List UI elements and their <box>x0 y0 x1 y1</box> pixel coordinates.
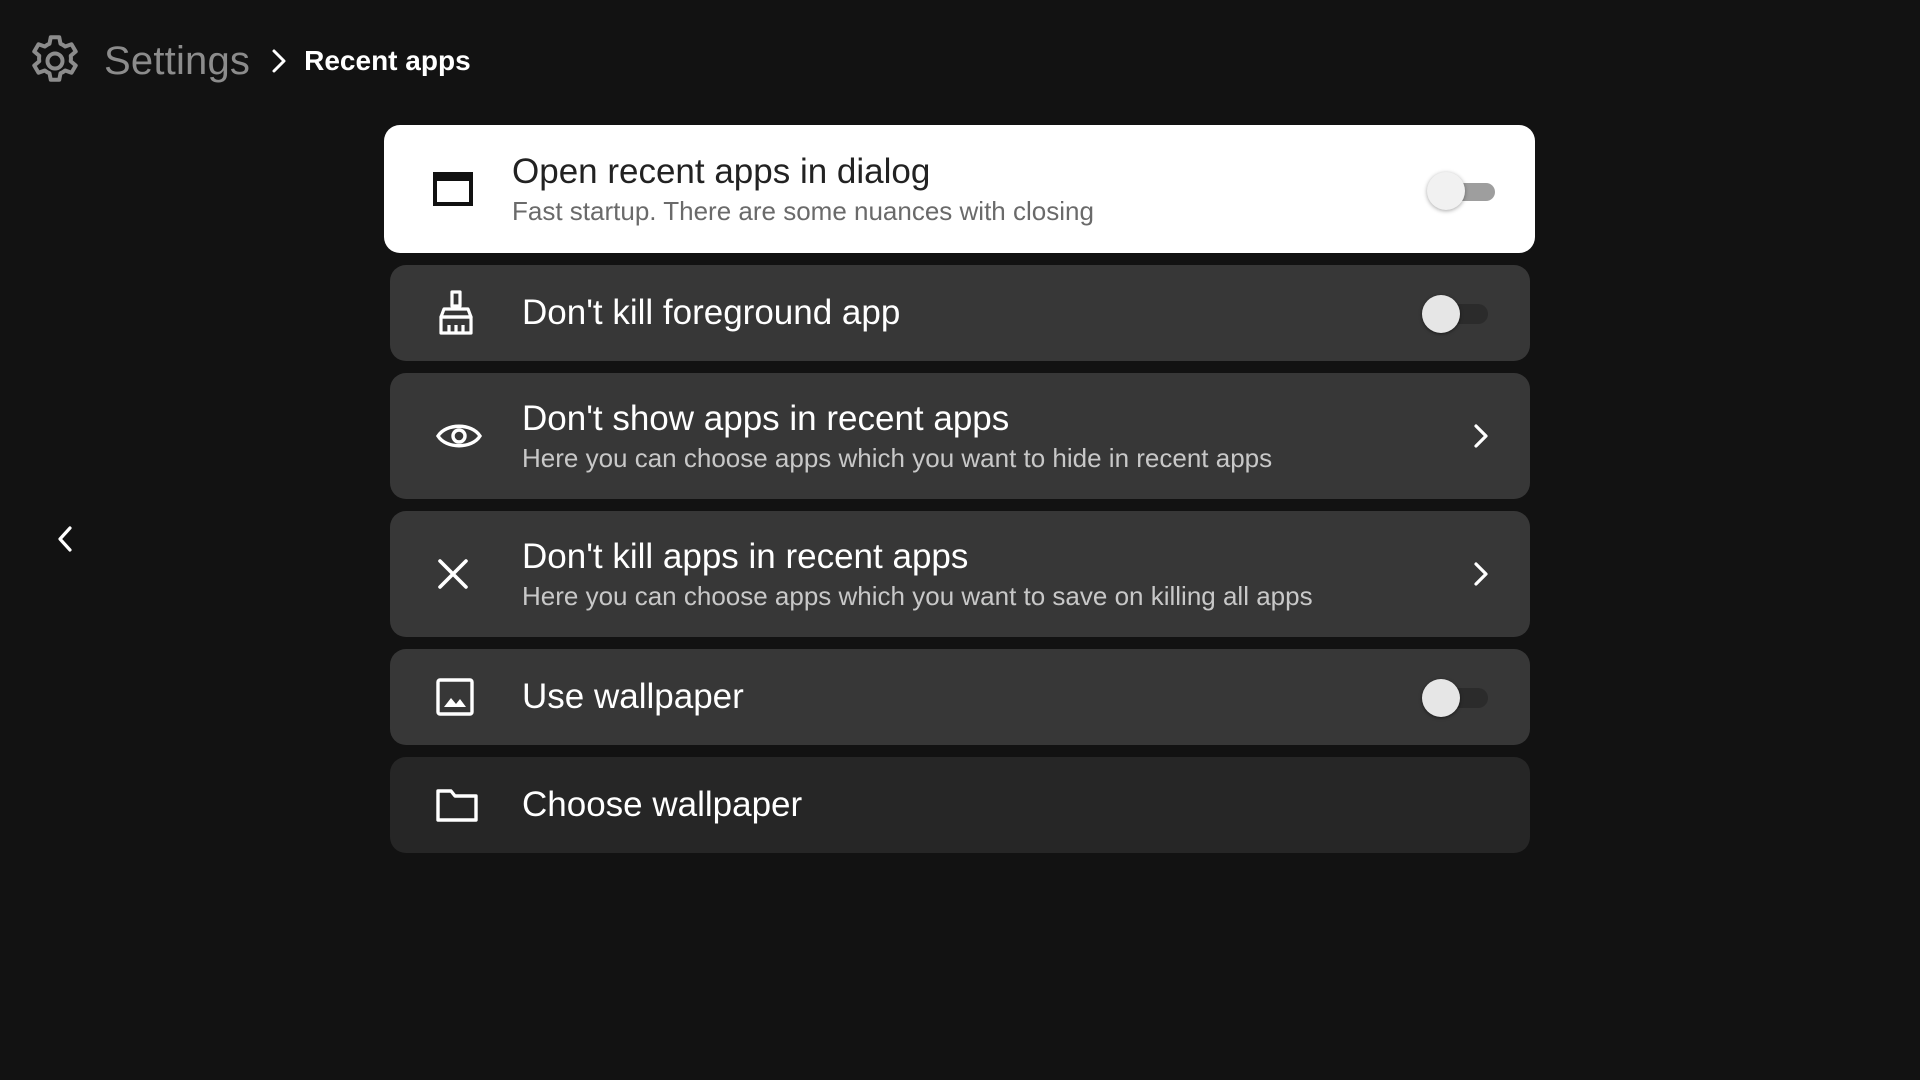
setting-subtitle: Here you can choose apps which you want … <box>522 443 1273 473</box>
window-icon <box>433 167 473 211</box>
chevron-right-icon <box>266 46 292 76</box>
setting-protect-from-kill[interactable]: Don't kill apps in recent apps Here you … <box>390 511 1530 637</box>
setting-title: Don't kill foreground app <box>522 293 901 332</box>
chevron-left-icon[interactable] <box>48 522 82 556</box>
folder-icon <box>436 783 478 827</box>
setting-title: Don't kill apps in recent apps <box>522 537 969 576</box>
setting-use-wallpaper[interactable]: Use wallpaper <box>390 649 1530 745</box>
broom-icon <box>436 290 476 335</box>
toggle-switch[interactable] <box>1422 677 1488 717</box>
eye-icon <box>436 414 482 458</box>
setting-title: Don't show apps in recent apps <box>522 399 1010 438</box>
setting-choose-wallpaper[interactable]: Choose wallpaper <box>390 757 1530 853</box>
image-icon <box>436 675 474 719</box>
setting-subtitle: Fast startup. There are some nuances wit… <box>512 196 1094 226</box>
toggle-switch[interactable] <box>1427 169 1495 210</box>
page-title: Settings <box>104 38 251 83</box>
chevron-right-icon <box>1468 421 1494 451</box>
setting-title: Open recent apps in dialog <box>512 152 931 191</box>
close-icon <box>436 552 470 596</box>
chevron-right-icon <box>1468 559 1494 589</box>
toggle-thumb <box>1422 679 1460 717</box>
setting-subtitle: Here you can choose apps which you want … <box>522 581 1313 611</box>
breadcrumb: Recent apps <box>304 45 471 76</box>
header: Settings Recent apps <box>24 28 471 94</box>
setting-title: Use wallpaper <box>522 677 744 716</box>
gear-icon <box>24 30 86 92</box>
toggle-thumb <box>1422 295 1460 333</box>
settings-list: Open recent apps in dialog Fast startup.… <box>384 125 1535 865</box>
toggle-switch[interactable] <box>1422 293 1488 333</box>
setting-dont-kill-foreground[interactable]: Don't kill foreground app <box>390 265 1530 361</box>
setting-open-in-dialog[interactable]: Open recent apps in dialog Fast startup.… <box>384 125 1535 253</box>
toggle-thumb <box>1427 172 1465 210</box>
setting-hide-in-recents[interactable]: Don't show apps in recent apps Here you … <box>390 373 1530 499</box>
setting-title: Choose wallpaper <box>522 785 803 824</box>
